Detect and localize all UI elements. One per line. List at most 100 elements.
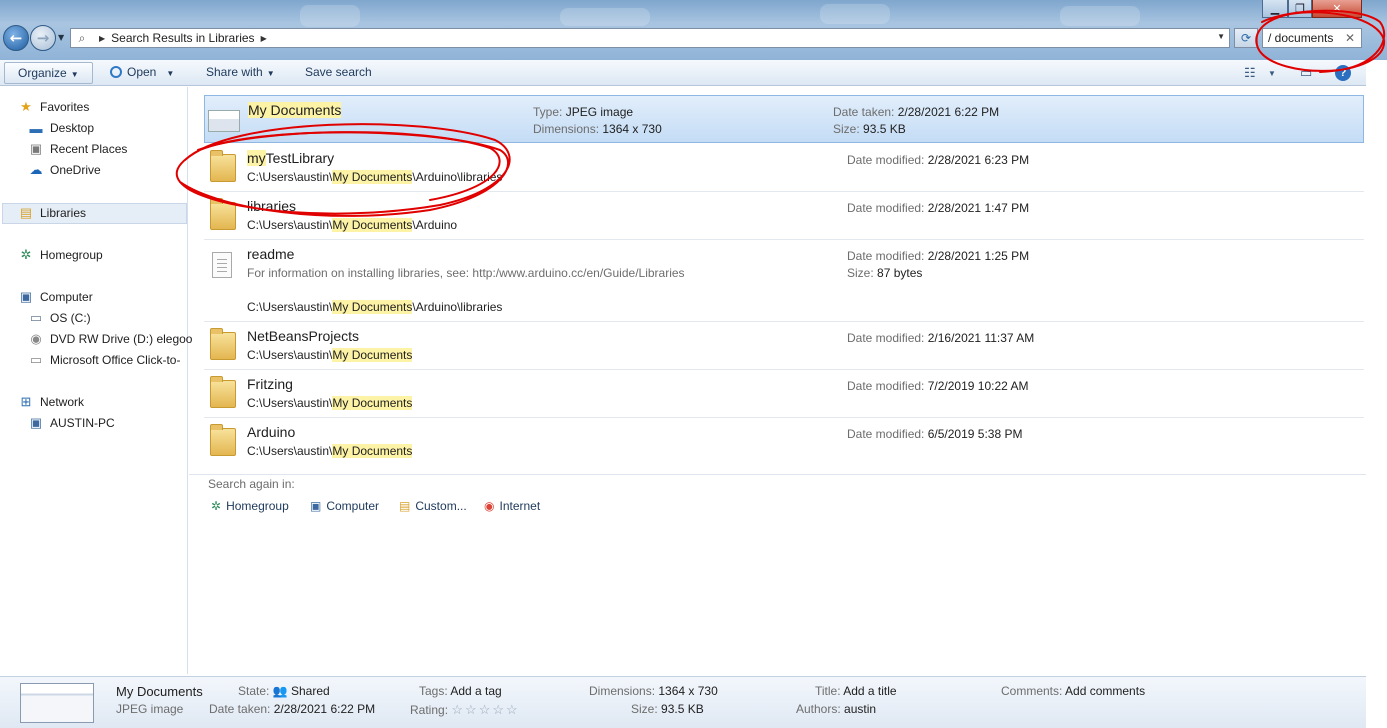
desktop-icon: ▬	[29, 120, 43, 136]
save-search-button[interactable]: Save search	[305, 65, 372, 79]
nav-recent-places[interactable]: ▣ Recent Places	[28, 139, 128, 159]
result-row-mytestlibrary[interactable]: myTestLibrary C:\Users\austin\My Documen…	[204, 144, 1364, 192]
drive-icon: ▭	[29, 352, 43, 367]
rating-star-icon[interactable]: ☆	[465, 702, 477, 717]
internet-browser-icon: ◉	[484, 499, 495, 513]
computer-icon: ▣	[29, 415, 43, 430]
path-suffix: \Arduino	[412, 218, 458, 232]
close-button[interactable]: ✕	[1312, 0, 1362, 18]
dimensions-value: 1364 x 730	[602, 122, 662, 136]
clear-search-icon[interactable]: ✕	[1345, 31, 1355, 45]
search-input[interactable]: / documents ✕	[1262, 28, 1362, 48]
date-label: Date modified:	[847, 379, 925, 393]
restore-icon: ❐	[1295, 2, 1305, 15]
share-with-button[interactable]: Share with ▼	[206, 65, 275, 79]
forward-button[interactable]: →	[30, 25, 56, 51]
rating-stars[interactable]: ☆ ☆ ☆ ☆ ☆	[451, 702, 519, 717]
address-dropdown-icon[interactable]: ▼	[1217, 32, 1225, 41]
nav-dvd-drive[interactable]: ◉ DVD RW Drive (D:) elegoo	[28, 329, 192, 349]
search-results-pane: My Documents Type: JPEG image Dimensions…	[189, 87, 1366, 674]
rating-star-icon[interactable]: ☆	[492, 702, 504, 717]
date-label: Date modified:	[847, 427, 925, 441]
nav-os-c[interactable]: ▭ OS (C:)	[28, 308, 91, 328]
date-value: 2/28/2021 1:25 PM	[927, 249, 1030, 263]
change-view-icon[interactable]: ☷	[1244, 65, 1256, 81]
breadcrumb-chevron-icon[interactable]: ▶	[99, 34, 105, 43]
search-again-custom[interactable]: ▤ Custom...	[399, 499, 467, 513]
organize-button[interactable]: Organize ▼	[4, 62, 93, 84]
nav-homegroup[interactable]: ✲ Homegroup	[18, 245, 103, 265]
state-value: Shared	[291, 684, 330, 698]
breadcrumb-chevron-icon[interactable]: ▶	[261, 34, 267, 43]
preview-pane-icon[interactable]: ▭	[1300, 65, 1312, 81]
result-row-netbeansprojects[interactable]: NetBeansProjects C:\Users\austin\My Docu…	[204, 322, 1364, 370]
path-highlight: My Documents	[332, 218, 413, 232]
forward-arrow-icon: →	[36, 29, 50, 47]
link-label: Internet	[499, 499, 541, 513]
command-bar: Organize ▼ Open ▼ Share with ▼ Save search …	[0, 60, 1387, 86]
view-options-dropdown-icon[interactable]: ▼	[1268, 69, 1276, 78]
minimize-button[interactable]: ▁	[1262, 0, 1288, 18]
folder-icon	[210, 150, 236, 182]
size-label: Size:	[833, 122, 860, 136]
date-value: 2/16/2021 11:37 AM	[927, 331, 1035, 345]
date-taken-value[interactable]: 2/28/2021 6:22 PM	[274, 702, 375, 716]
recent-pages-dropdown[interactable]: ▼	[58, 33, 64, 42]
result-name: TestLibrary	[265, 150, 335, 166]
help-button[interactable]: ?	[1335, 65, 1351, 81]
path-prefix: C:\Users\austin\	[247, 444, 333, 458]
rating-star-icon[interactable]: ☆	[506, 702, 518, 717]
search-again-internet[interactable]: ◉ Internet	[484, 499, 540, 513]
path-suffix: \Arduino\libraries	[412, 170, 503, 184]
nav-onedrive[interactable]: ☁ OneDrive	[28, 160, 101, 180]
date-label: Date modified:	[847, 153, 925, 167]
breadcrumb-location[interactable]: Search Results in Libraries	[111, 31, 254, 45]
divider	[189, 474, 1366, 475]
comments-value[interactable]: Add comments	[1065, 684, 1145, 698]
refresh-icon: ⟳	[1240, 31, 1252, 45]
date-label: Date taken:	[833, 105, 895, 119]
result-name: NetBeansProjects	[247, 328, 360, 344]
result-row-libraries[interactable]: libraries C:\Users\austin\My Documents\A…	[204, 192, 1364, 240]
text-file-icon	[212, 252, 232, 278]
nav-libraries[interactable]: ▤ Libraries	[18, 203, 86, 223]
result-row-arduino[interactable]: Arduino C:\Users\austin\My Documents Dat…	[204, 418, 1364, 466]
size-value: 93.5 KB	[661, 702, 704, 716]
nav-computer[interactable]: ▣ Computer	[18, 287, 93, 307]
tags-value[interactable]: Add a tag	[450, 684, 501, 698]
date-value: 2/28/2021 6:23 PM	[927, 153, 1030, 167]
back-button[interactable]: ←	[3, 25, 29, 51]
result-row-my-documents[interactable]: My Documents Type: JPEG image Dimensions…	[204, 95, 1364, 143]
open-button[interactable]: Open ▼	[110, 65, 174, 79]
maximize-button[interactable]: ❐	[1288, 0, 1312, 18]
recent-places-icon: ▣	[29, 141, 43, 156]
result-name: libraries	[247, 198, 297, 214]
state-label: State:	[238, 684, 270, 698]
refresh-button[interactable]: ⟳	[1234, 28, 1258, 48]
computer-icon: ▣	[19, 289, 33, 304]
title-value[interactable]: Add a title	[843, 684, 896, 698]
path-prefix: C:\Users\austin\	[247, 300, 333, 314]
nav-desktop[interactable]: ▬ Desktop	[28, 118, 95, 138]
nav-network[interactable]: ⊞ Network	[18, 392, 84, 412]
chevron-down-icon: ▼	[70, 70, 79, 79]
address-bar[interactable]: ⌕ ▶ Search Results in Libraries ▶ ▼	[70, 28, 1230, 48]
search-input-value: / documents	[1268, 31, 1334, 45]
background-blur	[820, 4, 890, 24]
result-row-fritzing[interactable]: Fritzing C:\Users\austin\My Documents Da…	[204, 370, 1364, 418]
nav-office-drive[interactable]: ▭ Microsoft Office Click-to-	[28, 350, 181, 370]
dvd-drive-icon: ◉	[30, 331, 42, 346]
folder-icon	[210, 424, 236, 456]
authors-value[interactable]: austin	[844, 702, 876, 716]
search-again-computer[interactable]: ▣ Computer	[310, 499, 379, 513]
rating-star-icon[interactable]: ☆	[451, 702, 463, 717]
result-row-readme[interactable]: readme For information on installing lib…	[204, 240, 1364, 322]
organize-label: Organize	[18, 66, 67, 80]
nav-austin-pc[interactable]: ▣ AUSTIN-PC	[28, 413, 115, 433]
rating-star-icon[interactable]: ☆	[479, 702, 491, 717]
search-again-homegroup[interactable]: ✲ Homegroup	[211, 499, 289, 513]
background-blur	[1060, 6, 1140, 26]
date-value: 2/28/2021 6:22 PM	[897, 105, 1000, 119]
minimize-icon: ▁	[1270, 2, 1280, 15]
nav-favorites[interactable]: ★ Favorites	[18, 97, 89, 117]
